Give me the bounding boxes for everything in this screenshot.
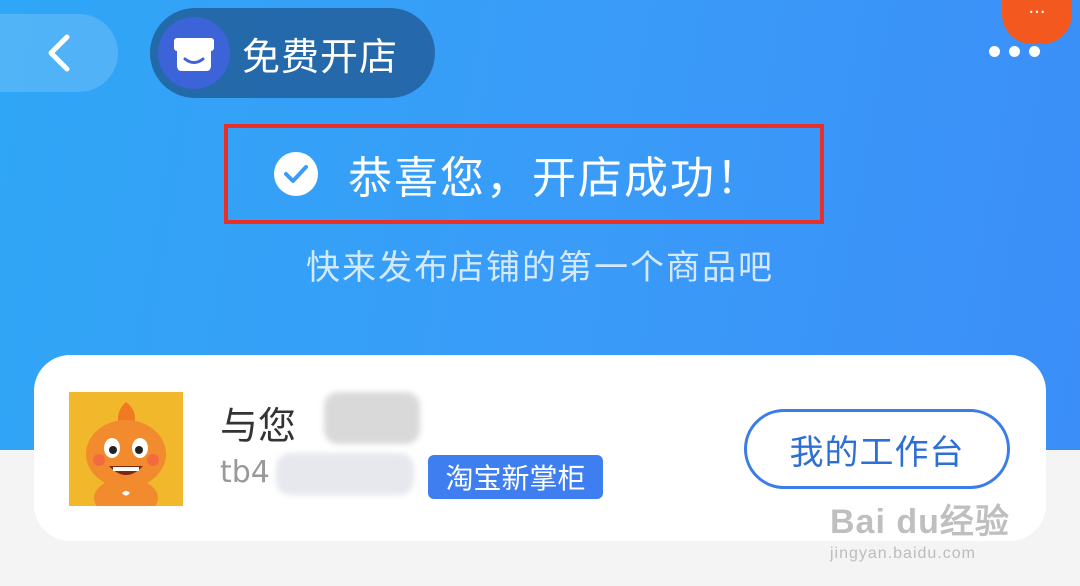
- more-menu-button[interactable]: [989, 46, 1040, 57]
- success-message: 恭喜您，开店成功！: [348, 153, 762, 204]
- account-id: tb4: [220, 455, 270, 490]
- success-highlight-box: 恭喜您，开店成功！: [224, 124, 824, 224]
- my-workbench-button[interactable]: 我的工作台: [744, 409, 1010, 489]
- store-icon: [158, 17, 230, 89]
- shop-title: 免费开店: [242, 34, 399, 79]
- new-seller-tag: 淘宝新掌柜: [428, 455, 603, 499]
- back-button[interactable]: [0, 14, 118, 92]
- store-avatar: [69, 392, 183, 506]
- watermark-logo: Bai du经验 jingyan.baidu.com: [830, 503, 1010, 562]
- chevron-left-icon: [48, 34, 70, 72]
- more-dots-icon: [989, 46, 1000, 57]
- redacted-account: [276, 453, 414, 495]
- shop-header-pill[interactable]: 免费开店: [150, 8, 435, 98]
- redacted-name: [324, 392, 420, 444]
- sub-message: 快来发布店铺的第一个商品吧: [306, 248, 774, 288]
- check-circle-icon: [274, 152, 318, 196]
- store-name: 与您: [220, 404, 297, 448]
- floating-menu-badge[interactable]: ···: [1002, 0, 1072, 44]
